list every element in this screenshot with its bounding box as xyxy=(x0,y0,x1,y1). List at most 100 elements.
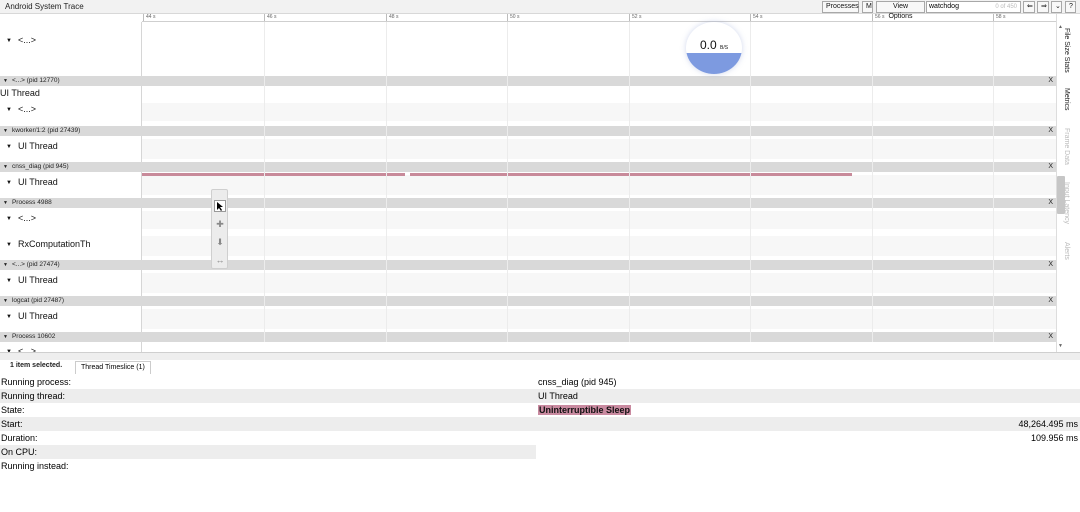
view-options-button[interactable]: View Options xyxy=(876,1,925,20)
scroll-down-icon[interactable]: ▼ xyxy=(1058,343,1063,349)
detail-key: State: xyxy=(1,405,25,415)
detail-key: Duration: xyxy=(1,433,38,443)
thread-plot[interactable] xyxy=(141,100,1056,126)
pan-icon[interactable]: ✚ xyxy=(214,218,226,230)
grid-line xyxy=(264,22,265,342)
thread-slice[interactable] xyxy=(142,173,405,176)
thread-row[interactable]: ▼ RxComputationTh xyxy=(0,232,1056,260)
ruler-tick: 54 s xyxy=(750,14,762,21)
grid-line xyxy=(872,22,873,342)
collapse-triangle-icon[interactable]: ▼ xyxy=(3,78,8,84)
help-button[interactable]: ? xyxy=(1065,1,1076,13)
tab-thread-timeslice[interactable]: Thread Timeslice (1) xyxy=(75,361,151,374)
process-header[interactable]: ▼ <...> (pid 12770) X xyxy=(0,76,1056,86)
timing-icon[interactable]: ↔ xyxy=(214,254,226,266)
detail-row-on-cpu: On CPU: xyxy=(0,445,1080,459)
collapse-triangle-icon[interactable]: ▼ xyxy=(3,298,8,304)
thread-row[interactable]: UI Thread xyxy=(0,86,1056,100)
title-bar: Android System Trace Processes M View Op… xyxy=(0,0,1080,20)
time-ruler[interactable]: 44 s 46 s 48 s 50 s 52 s 54 s 56 s 58 s xyxy=(142,14,1056,22)
detail-key: On CPU: xyxy=(1,447,38,457)
prev-result-button[interactable]: ⇐ xyxy=(1023,1,1035,13)
expand-triangle-icon[interactable]: ▼ xyxy=(6,180,12,186)
thread-plot[interactable] xyxy=(141,232,1056,260)
detail-key: Start: xyxy=(1,419,23,429)
close-icon[interactable]: X xyxy=(1048,260,1053,270)
panel-divider[interactable] xyxy=(0,352,1080,360)
collapse-triangle-icon[interactable]: ▼ xyxy=(3,334,8,340)
close-icon[interactable]: X xyxy=(1048,126,1053,136)
expand-triangle-icon[interactable]: ▼ xyxy=(6,216,12,222)
tab-metrics[interactable]: Metrics xyxy=(1063,88,1070,111)
thread-row[interactable]: ▼ <...> xyxy=(0,22,1056,76)
thread-slice[interactable] xyxy=(410,173,852,176)
process-header[interactable]: ▼ Process 4988 X xyxy=(0,198,1056,208)
collapse-triangle-icon[interactable]: ▼ xyxy=(3,262,8,268)
scrollbar-thumb[interactable] xyxy=(1057,176,1065,214)
expand-triangle-icon[interactable]: ▼ xyxy=(6,242,12,248)
thread-plot[interactable] xyxy=(141,306,1056,332)
zoom-icon[interactable]: ⬇ xyxy=(214,236,226,248)
thread-row[interactable]: ▼ <...> xyxy=(0,208,1056,232)
process-header[interactable]: ▼ kworker/1:2 (pid 27439) X xyxy=(0,126,1056,136)
grid-line xyxy=(750,22,751,342)
close-icon[interactable]: X xyxy=(1048,198,1053,208)
expand-triangle-icon[interactable]: ▼ xyxy=(6,314,12,320)
thread-plot[interactable] xyxy=(141,270,1056,296)
ruler-tick: 46 s xyxy=(264,14,276,21)
process-name: logcat (pid 27487) xyxy=(11,297,64,304)
process-header[interactable]: ▼ logcat (pid 27487) X xyxy=(0,296,1056,306)
thread-plot[interactable] xyxy=(141,208,1056,232)
close-icon[interactable]: X xyxy=(1048,162,1053,172)
tab-frame-data[interactable]: Frame Data xyxy=(1063,128,1070,165)
detail-row-start: Start: 48,264.495 ms xyxy=(0,417,1080,431)
process-name: Process 10602 xyxy=(11,333,56,340)
close-icon[interactable]: X xyxy=(1048,76,1053,86)
track-area[interactable]: ▼ <...> ▼ <...> (pid 12770) X UI Thread ▼ <.… xyxy=(0,22,1056,352)
expand-triangle-icon[interactable]: ▼ xyxy=(6,107,12,113)
process-name: Process 4988 xyxy=(11,199,52,206)
process-name: <...> (pid 27474) xyxy=(11,261,60,268)
thread-plot[interactable] xyxy=(141,342,1056,352)
close-icon[interactable]: X xyxy=(1048,332,1053,342)
grid-line xyxy=(993,22,994,342)
collapse-triangle-icon[interactable]: ▼ xyxy=(3,128,8,134)
process-header[interactable]: ▼ Process 10602 X xyxy=(0,332,1056,342)
search-input[interactable]: watchdog 0 of 450 xyxy=(926,1,1021,13)
tab-alerts[interactable]: Alerts xyxy=(1063,242,1070,260)
expand-button[interactable]: ⌄ xyxy=(1051,1,1062,13)
thread-plot[interactable] xyxy=(141,86,1056,100)
thread-row[interactable]: ▼ UI Thread xyxy=(0,306,1056,332)
scroll-up-icon[interactable]: ▲ xyxy=(1058,24,1063,30)
process-name: kworker/1:2 (pid 27439) xyxy=(11,127,81,134)
thread-plot[interactable] xyxy=(141,136,1056,162)
expand-triangle-icon[interactable]: ▼ xyxy=(6,278,12,284)
ruler-tick: 58 s xyxy=(993,14,1005,21)
process-header[interactable]: ▼ cnss_diag (pid 945) X xyxy=(0,162,1056,172)
search-value: watchdog xyxy=(929,3,959,10)
thread-row[interactable]: ▼ UI Thread xyxy=(0,172,1056,198)
search-result-count: 0 of 450 xyxy=(995,4,1017,10)
next-result-button[interactable]: ⇒ xyxy=(1037,1,1049,13)
thread-plot[interactable] xyxy=(141,22,1056,76)
thread-plot[interactable] xyxy=(141,172,1056,198)
detail-row-running-thread: Running thread: UI Thread xyxy=(0,389,1080,403)
collapse-triangle-icon[interactable]: ▼ xyxy=(3,200,8,206)
close-icon[interactable]: X xyxy=(1048,296,1053,306)
expand-triangle-icon[interactable]: ▼ xyxy=(6,38,12,44)
detail-row-running-instead: Running instead: xyxy=(0,459,1080,473)
collapse-triangle-icon[interactable]: ▼ xyxy=(3,164,8,170)
grid-line xyxy=(507,22,508,342)
thread-row[interactable]: ▼ UI Thread xyxy=(0,136,1056,162)
m-button[interactable]: M xyxy=(862,1,873,13)
thread-row[interactable]: ▼ <...> xyxy=(0,342,1056,352)
process-header[interactable]: ▼ <...> (pid 27474) X xyxy=(0,260,1056,270)
thread-row[interactable]: ▼ <...> xyxy=(0,100,1056,126)
select-icon[interactable] xyxy=(214,200,226,212)
tab-file-size-stats[interactable]: File Size Stats xyxy=(1063,28,1070,73)
processes-button[interactable]: Processes xyxy=(822,1,859,13)
thread-row[interactable]: ▼ UI Thread xyxy=(0,270,1056,296)
expand-triangle-icon[interactable]: ▼ xyxy=(6,144,12,150)
detail-value: 48,264.495 ms xyxy=(1018,419,1078,429)
trace-window: Android System Trace Processes M View Op… xyxy=(0,0,1080,512)
